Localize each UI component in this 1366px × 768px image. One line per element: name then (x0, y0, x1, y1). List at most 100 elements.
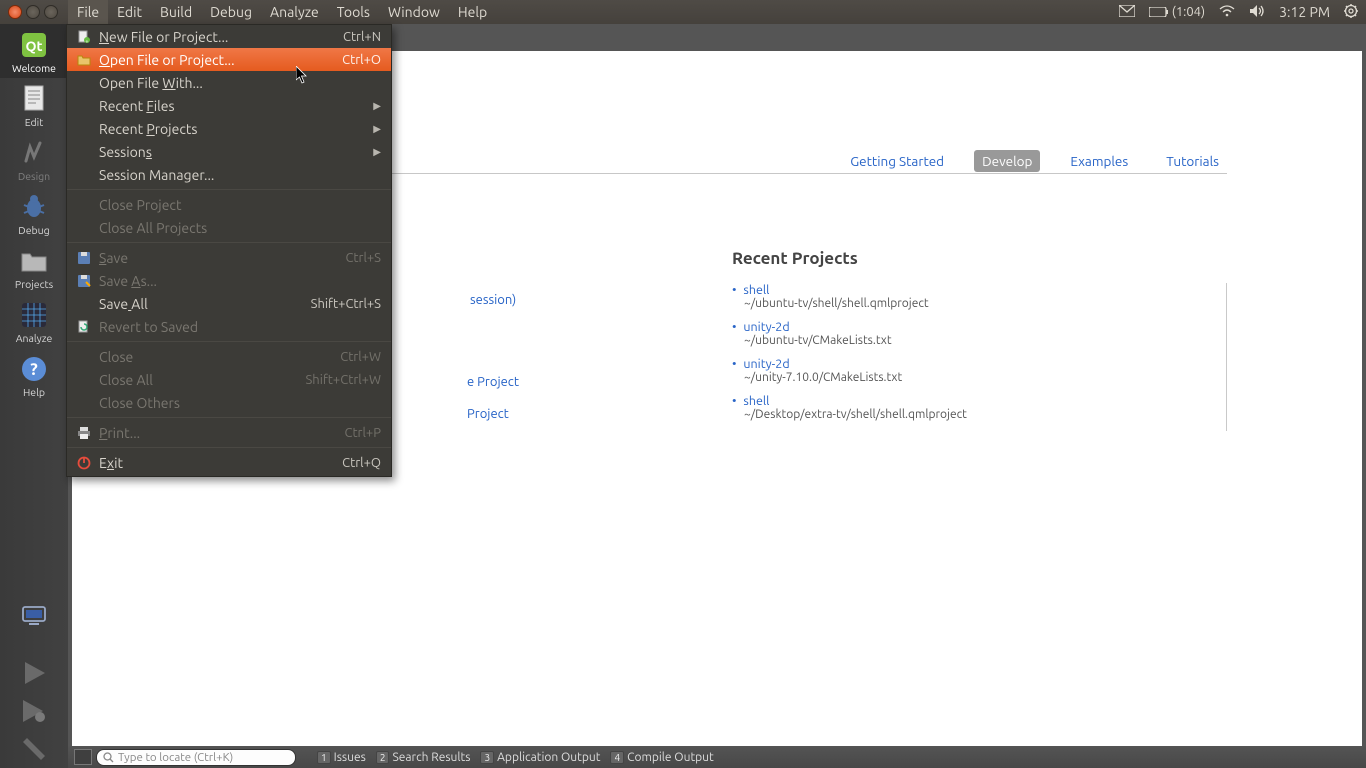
mode-label: Help (23, 386, 45, 398)
recent-project-item[interactable]: • shell~/Desktop/extra-tv/shell/shell.qm… (732, 394, 1186, 421)
run-debug-button[interactable] (0, 692, 68, 730)
qt-icon: Qt (19, 30, 49, 60)
chevron-right-icon: ▶ (373, 146, 381, 158)
menu-item-print: Print...Ctrl+P (67, 421, 391, 444)
recent-project-path: ~/ubuntu-tv/CMakeLists.txt (744, 334, 1186, 347)
recent-projects-heading: Recent Projects (732, 249, 858, 268)
tab-develop[interactable]: Develop (974, 150, 1040, 172)
project-peek-text-2[interactable]: Project (467, 407, 509, 421)
design-icon (19, 138, 49, 168)
recent-project-name: unity-2d (743, 320, 789, 334)
sidebar-toggle-button[interactable] (74, 749, 92, 765)
minimize-window-button[interactable] (26, 5, 40, 19)
mode-label: Analyze (16, 332, 53, 344)
bullet-icon: • (732, 394, 737, 408)
menu-item-label: Save All (99, 296, 311, 312)
menu-item-recent-projects[interactable]: Recent Projects▶ (67, 117, 391, 140)
recent-projects-list: • shell~/ubuntu-tv/shell/shell.qmlprojec… (732, 283, 1227, 431)
menu-item-open-file-with[interactable]: Open File With... (67, 71, 391, 94)
menu-edit[interactable]: Edit (108, 0, 151, 24)
menu-help[interactable]: Help (449, 0, 496, 24)
clock[interactable]: 3:12 PM (1279, 4, 1330, 20)
mode-design[interactable]: Design (0, 132, 68, 186)
gear-icon[interactable] (1344, 4, 1358, 21)
menu-item-label: Open File With... (99, 75, 381, 91)
revert-icon (75, 320, 93, 334)
pane-label: Search Results (392, 751, 470, 764)
menu-item-revert-to-saved: Revert to Saved (67, 315, 391, 338)
mode-label: Edit (25, 116, 44, 128)
target-selector[interactable] (0, 598, 68, 634)
search-icon (103, 752, 114, 763)
recent-project-item[interactable]: • shell~/ubuntu-tv/shell/shell.qmlprojec… (732, 283, 1186, 310)
output-pane-search-results[interactable]: 2Search Results (371, 748, 476, 766)
mode-label: Debug (18, 224, 49, 236)
mode-welcome[interactable]: QtWelcome (0, 24, 68, 78)
menu-item-open-file-or-project[interactable]: Open File or Project...Ctrl+O (67, 48, 391, 71)
output-pane-application-output[interactable]: 3Application Output (475, 748, 605, 766)
tab-examples[interactable]: Examples (1062, 150, 1136, 172)
menu-window[interactable]: Window (379, 0, 449, 24)
recent-project-item[interactable]: • unity-2d~/ubuntu-tv/CMakeLists.txt (732, 320, 1186, 347)
bullet-icon: • (732, 357, 737, 371)
mode-debug[interactable]: Debug (0, 186, 68, 240)
run-button[interactable] (0, 654, 68, 692)
mode-edit[interactable]: Edit (0, 78, 68, 132)
wifi-icon[interactable] (1219, 5, 1235, 20)
pane-label: Application Output (497, 751, 600, 764)
shortcut-label: Ctrl+N (343, 30, 381, 44)
menu-item-close-all-projects: Close All Projects (67, 216, 391, 239)
menu-debug[interactable]: Debug (201, 0, 261, 24)
mail-icon[interactable] (1119, 5, 1135, 20)
menu-item-session-manager[interactable]: Session Manager... (67, 163, 391, 186)
welcome-tabstrip: Getting Started Develop Examples Tutorials (842, 149, 1227, 173)
tab-tutorials[interactable]: Tutorials (1158, 150, 1227, 172)
mode-analyze[interactable]: Analyze (0, 294, 68, 348)
chevron-right-icon: ▶ (373, 123, 381, 135)
pane-number: 3 (480, 751, 494, 764)
menu-tools[interactable]: Tools (328, 0, 379, 24)
menu-analyze[interactable]: Analyze (261, 0, 328, 24)
recent-project-item[interactable]: • unity-2d~/unity-7.10.0/CMakeLists.txt (732, 357, 1186, 384)
locator-input[interactable]: Type to locate (Ctrl+K) (96, 749, 296, 766)
battery-indicator[interactable]: (1:04) (1149, 5, 1205, 19)
session-peek-text[interactable]: session) (470, 293, 516, 307)
pane-number: 4 (610, 751, 624, 764)
menu-item-save: SaveCtrl+S (67, 246, 391, 269)
menu-item-label: Print... (99, 425, 344, 441)
menu-item-close-project: Close Project (67, 193, 391, 216)
menu-build[interactable]: Build (151, 0, 201, 24)
project-peek-text-1[interactable]: e Project (467, 375, 519, 389)
menu-item-label: Revert to Saved (99, 319, 381, 335)
menu-item-sessions[interactable]: Sessions▶ (67, 140, 391, 163)
save-as-icon (75, 274, 93, 288)
edit-doc-icon (19, 84, 49, 114)
menu-item-exit[interactable]: ExitCtrl+Q (67, 451, 391, 474)
maximize-window-button[interactable] (44, 5, 58, 19)
menu-item-label: Recent Projects (99, 121, 373, 137)
recent-project-name: unity-2d (743, 357, 789, 371)
help-icon: ? (19, 354, 49, 384)
output-pane-compile-output[interactable]: 4Compile Output (605, 748, 718, 766)
recent-project-path: ~/unity-7.10.0/CMakeLists.txt (744, 371, 1186, 384)
window-controls (4, 5, 58, 19)
menu-file[interactable]: File (68, 0, 108, 24)
menu-item-label: Close All (99, 372, 305, 388)
menu-item-save-all[interactable]: Save AllShift+Ctrl+S (67, 292, 391, 315)
shortcut-label: Ctrl+W (340, 350, 381, 364)
tab-getting-started[interactable]: Getting Started (842, 150, 952, 172)
volume-icon[interactable] (1249, 4, 1265, 21)
build-button[interactable] (0, 730, 68, 768)
shortcut-label: Shift+Ctrl+S (311, 297, 381, 311)
open-file-icon (75, 53, 93, 67)
menu-item-recent-files[interactable]: Recent Files▶ (67, 94, 391, 117)
close-window-button[interactable] (8, 5, 22, 19)
mode-help[interactable]: ? Help (0, 348, 68, 402)
statusbar: Type to locate (Ctrl+K) 1Issues2Search R… (68, 746, 1366, 768)
output-pane-issues[interactable]: 1Issues (312, 748, 371, 766)
menu-item-label: Exit (99, 455, 342, 471)
mode-projects[interactable]: Projects (0, 240, 68, 294)
projects-folder-icon (19, 246, 49, 276)
menu-item-new-file-or-project[interactable]: +New File or Project...Ctrl+N (67, 25, 391, 48)
menu-item-label: New File or Project... (99, 29, 343, 45)
